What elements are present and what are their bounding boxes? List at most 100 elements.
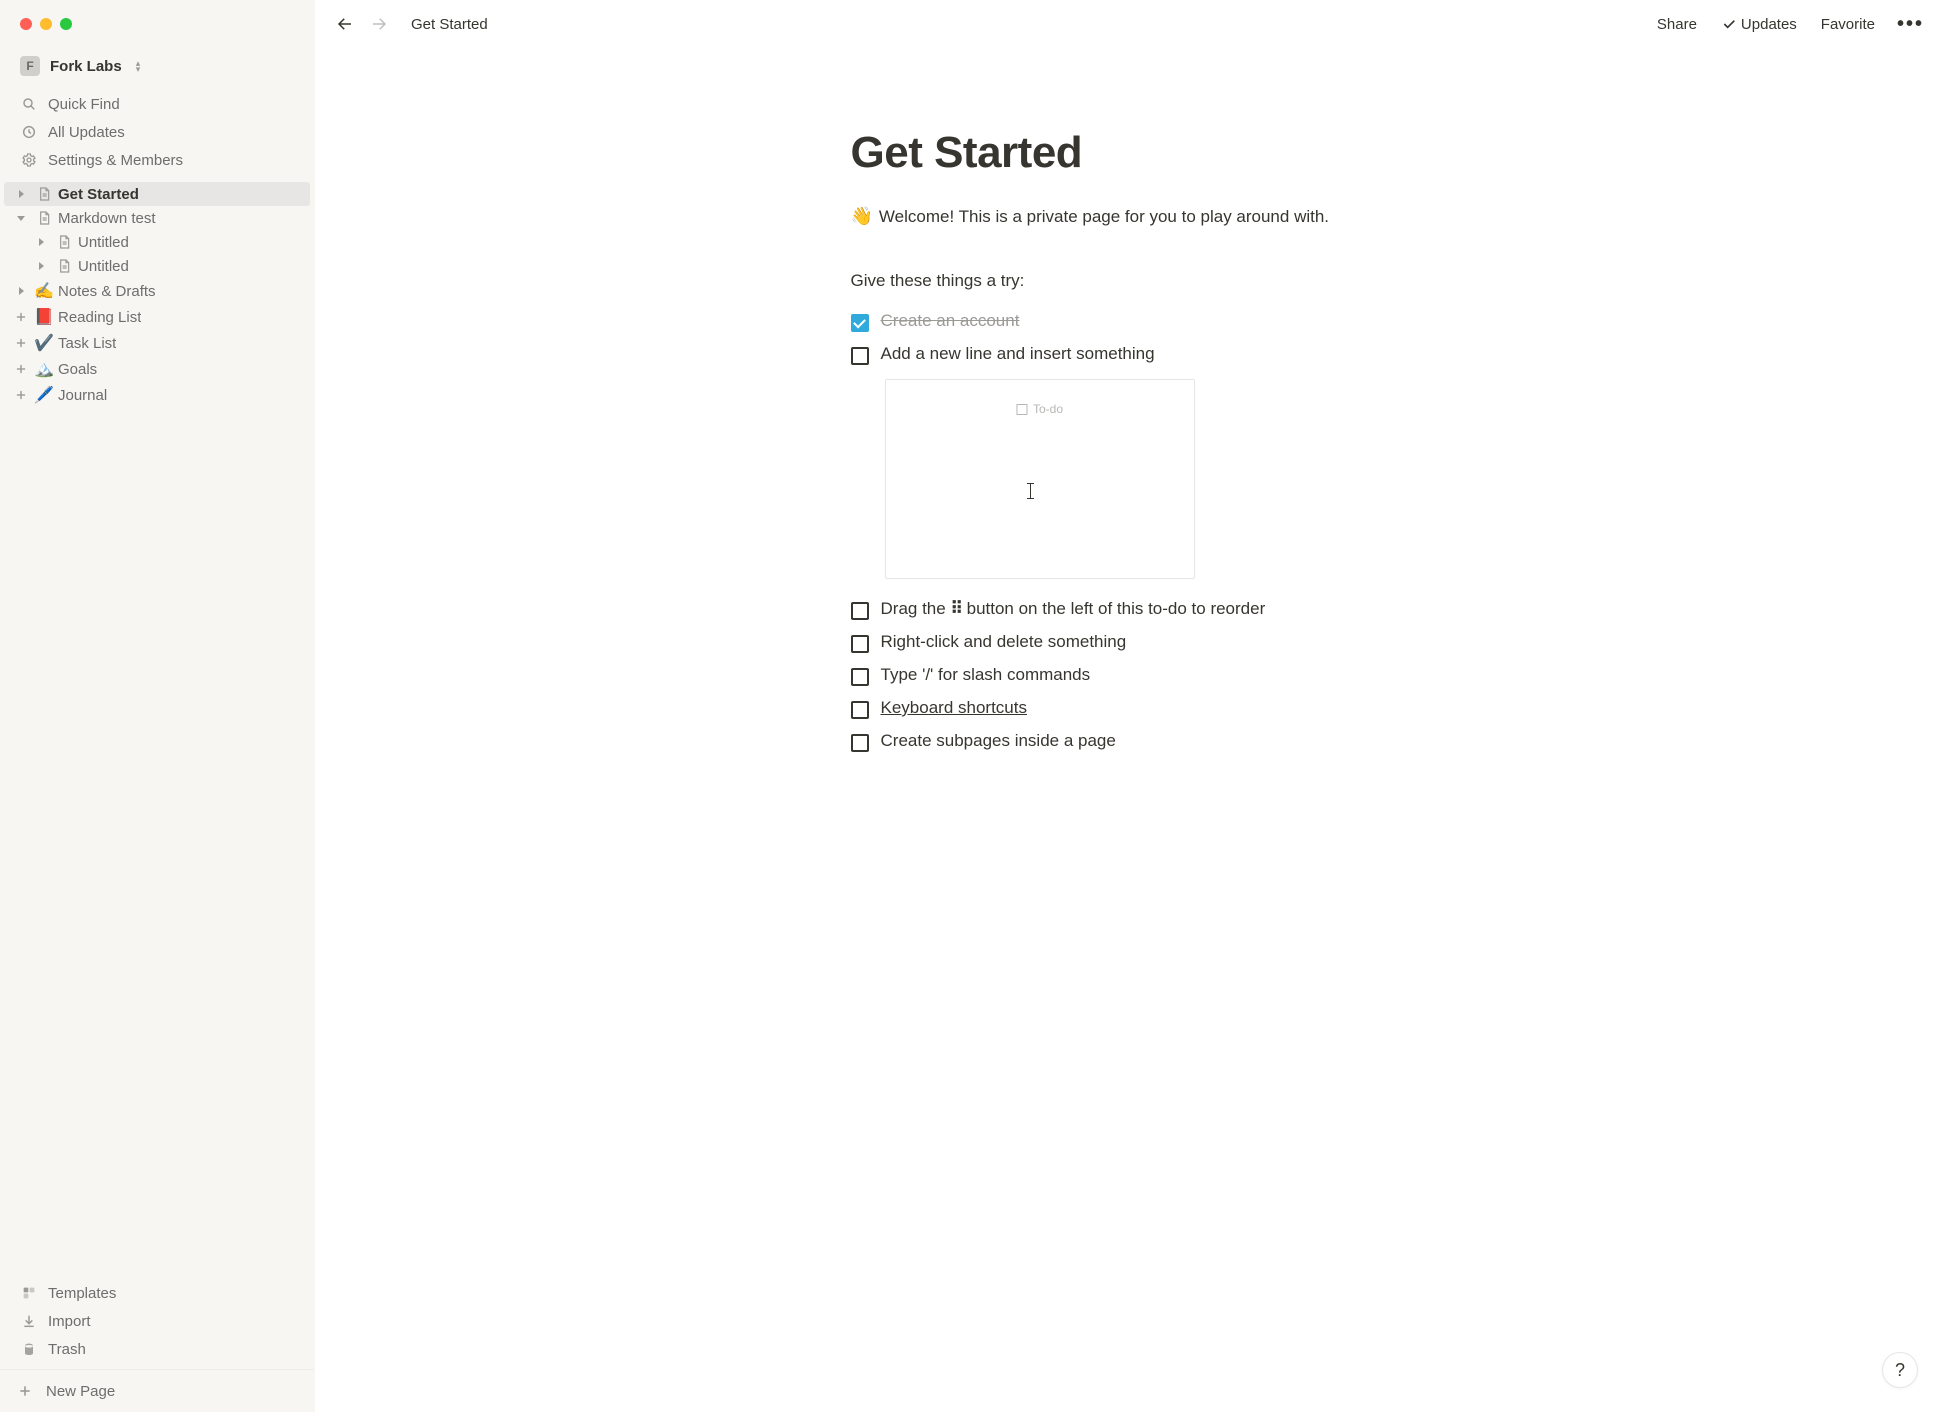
text-cursor-icon (1030, 483, 1031, 499)
all-updates-label: All Updates (48, 124, 125, 141)
try-heading[interactable]: Give these things a try: (851, 271, 1445, 291)
add-page-icon[interactable] (12, 360, 30, 378)
workspace-switcher[interactable]: F Fork Labs ▴▾ (0, 48, 314, 84)
todo-checkbox[interactable] (851, 734, 869, 752)
welcome-text-content: Welcome! This is a private page for you … (879, 207, 1329, 227)
page-content-scroll[interactable]: Get Started 👋 Welcome! This is a private… (315, 48, 1946, 1412)
nav-back-button[interactable] (331, 10, 359, 38)
page-icon (34, 210, 54, 226)
quick-find-button[interactable]: Quick Find (8, 90, 306, 118)
topbar: Get Started Share Updates Favorite ••• (315, 0, 1946, 48)
page-icon: 🏔️ (34, 359, 54, 379)
todo-item[interactable]: Keyboard shortcuts (851, 692, 1445, 725)
page-label: Notes & Drafts (58, 283, 156, 300)
sidebar-page-item[interactable]: 🖊️Journal (4, 382, 310, 408)
nav-forward-button[interactable] (365, 10, 393, 38)
wave-emoji: 👋 (851, 206, 873, 227)
check-icon (1721, 16, 1737, 32)
all-updates-button[interactable]: All Updates (8, 118, 306, 146)
close-window-button[interactable] (20, 18, 32, 30)
plus-icon (16, 1382, 34, 1400)
more-menu-button[interactable]: ••• (1891, 13, 1930, 36)
todo-text[interactable]: Add a new line and insert something (881, 344, 1155, 364)
add-page-icon[interactable] (12, 308, 30, 326)
trash-button[interactable]: Trash (8, 1335, 306, 1363)
expand-icon[interactable] (32, 233, 50, 251)
embed-todo-placeholder: To-do (1016, 402, 1063, 416)
todo-text[interactable]: Keyboard shortcuts (881, 698, 1027, 718)
welcome-text[interactable]: 👋 Welcome! This is a private page for yo… (851, 206, 1445, 227)
todo-link[interactable]: Keyboard shortcuts (881, 698, 1027, 717)
todo-item[interactable]: Right-click and delete something (851, 626, 1445, 659)
page-icon: 📕 (34, 307, 54, 327)
drag-handle-icon: ⠿ (950, 599, 961, 619)
todo-checkbox[interactable] (851, 347, 869, 365)
sidebar: F Fork Labs ▴▾ Quick Find All Updates (0, 0, 315, 1412)
todo-checkbox[interactable] (851, 635, 869, 653)
todo-text[interactable]: Drag the ⠿ button on the left of this to… (881, 599, 1266, 619)
todo-text[interactable]: Type '/' for slash commands (881, 665, 1091, 685)
todo-checkbox[interactable] (851, 668, 869, 686)
share-button[interactable]: Share (1649, 12, 1705, 37)
updates-button[interactable]: Updates (1713, 12, 1805, 37)
add-page-icon[interactable] (12, 386, 30, 404)
page-label: Get Started (58, 186, 139, 203)
expand-icon[interactable] (32, 257, 50, 275)
quick-find-label: Quick Find (48, 96, 120, 113)
settings-button[interactable]: Settings & Members (8, 146, 306, 174)
page-icon: ✍️ (34, 281, 54, 301)
new-page-button[interactable]: New Page (0, 1369, 314, 1412)
minimize-window-button[interactable] (40, 18, 52, 30)
expand-icon[interactable] (12, 282, 30, 300)
sidebar-nav: Quick Find All Updates Settings & Member… (0, 84, 314, 180)
sidebar-page-item[interactable]: ✔️Task List (4, 330, 310, 356)
page-title[interactable]: Get Started (851, 128, 1445, 178)
sidebar-page-item[interactable]: 📕Reading List (4, 304, 310, 330)
import-icon (20, 1312, 38, 1330)
sidebar-page-item[interactable]: Untitled (4, 230, 310, 254)
sidebar-page-item[interactable]: Get Started (4, 182, 310, 206)
templates-icon (20, 1284, 38, 1302)
updates-label: Updates (1741, 16, 1797, 33)
sidebar-page-item[interactable]: Markdown test (4, 206, 310, 230)
todo-text[interactable]: Right-click and delete something (881, 632, 1127, 652)
todo-item[interactable]: Drag the ⠿ button on the left of this to… (851, 593, 1445, 626)
sidebar-page-item[interactable]: 🏔️Goals (4, 356, 310, 382)
chevron-updown-icon: ▴▾ (136, 60, 141, 72)
embed-todo-label: To-do (1033, 402, 1063, 416)
todo-text[interactable]: Create an account (881, 311, 1020, 331)
todo-checkbox[interactable] (851, 602, 869, 620)
todo-checkbox[interactable] (851, 701, 869, 719)
expand-icon[interactable] (12, 185, 30, 203)
page-label: Untitled (78, 258, 129, 275)
import-label: Import (48, 1313, 91, 1330)
maximize-window-button[interactable] (60, 18, 72, 30)
page-label: Untitled (78, 234, 129, 251)
window-controls (0, 0, 314, 44)
todo-item[interactable]: Add a new line and insert something (851, 338, 1445, 371)
embed-preview-box[interactable]: To-do (885, 379, 1195, 579)
trash-icon (20, 1340, 38, 1358)
help-button[interactable]: ? (1882, 1352, 1918, 1388)
todo-text[interactable]: Create subpages inside a page (881, 731, 1116, 751)
collapse-icon[interactable] (12, 209, 30, 227)
templates-button[interactable]: Templates (8, 1279, 306, 1307)
sidebar-page-item[interactable]: Untitled (4, 254, 310, 278)
sidebar-page-item[interactable]: ✍️Notes & Drafts (4, 278, 310, 304)
page-label: Task List (58, 335, 116, 352)
page-icon (34, 186, 54, 202)
import-button[interactable]: Import (8, 1307, 306, 1335)
todo-list: Create an account Add a new line and inse… (851, 305, 1445, 758)
checkbox-icon (1016, 404, 1027, 415)
page-label: Journal (58, 387, 107, 404)
breadcrumb[interactable]: Get Started (405, 12, 494, 37)
todo-item[interactable]: Create an account (851, 305, 1445, 338)
page-tree: Get Started Markdown test Untitled Untitled… (0, 180, 314, 1265)
templates-label: Templates (48, 1285, 116, 1302)
favorite-button[interactable]: Favorite (1813, 12, 1883, 37)
todo-item[interactable]: Type '/' for slash commands (851, 659, 1445, 692)
todo-item[interactable]: Create subpages inside a page (851, 725, 1445, 758)
trash-label: Trash (48, 1341, 86, 1358)
add-page-icon[interactable] (12, 334, 30, 352)
todo-checkbox[interactable] (851, 314, 869, 332)
